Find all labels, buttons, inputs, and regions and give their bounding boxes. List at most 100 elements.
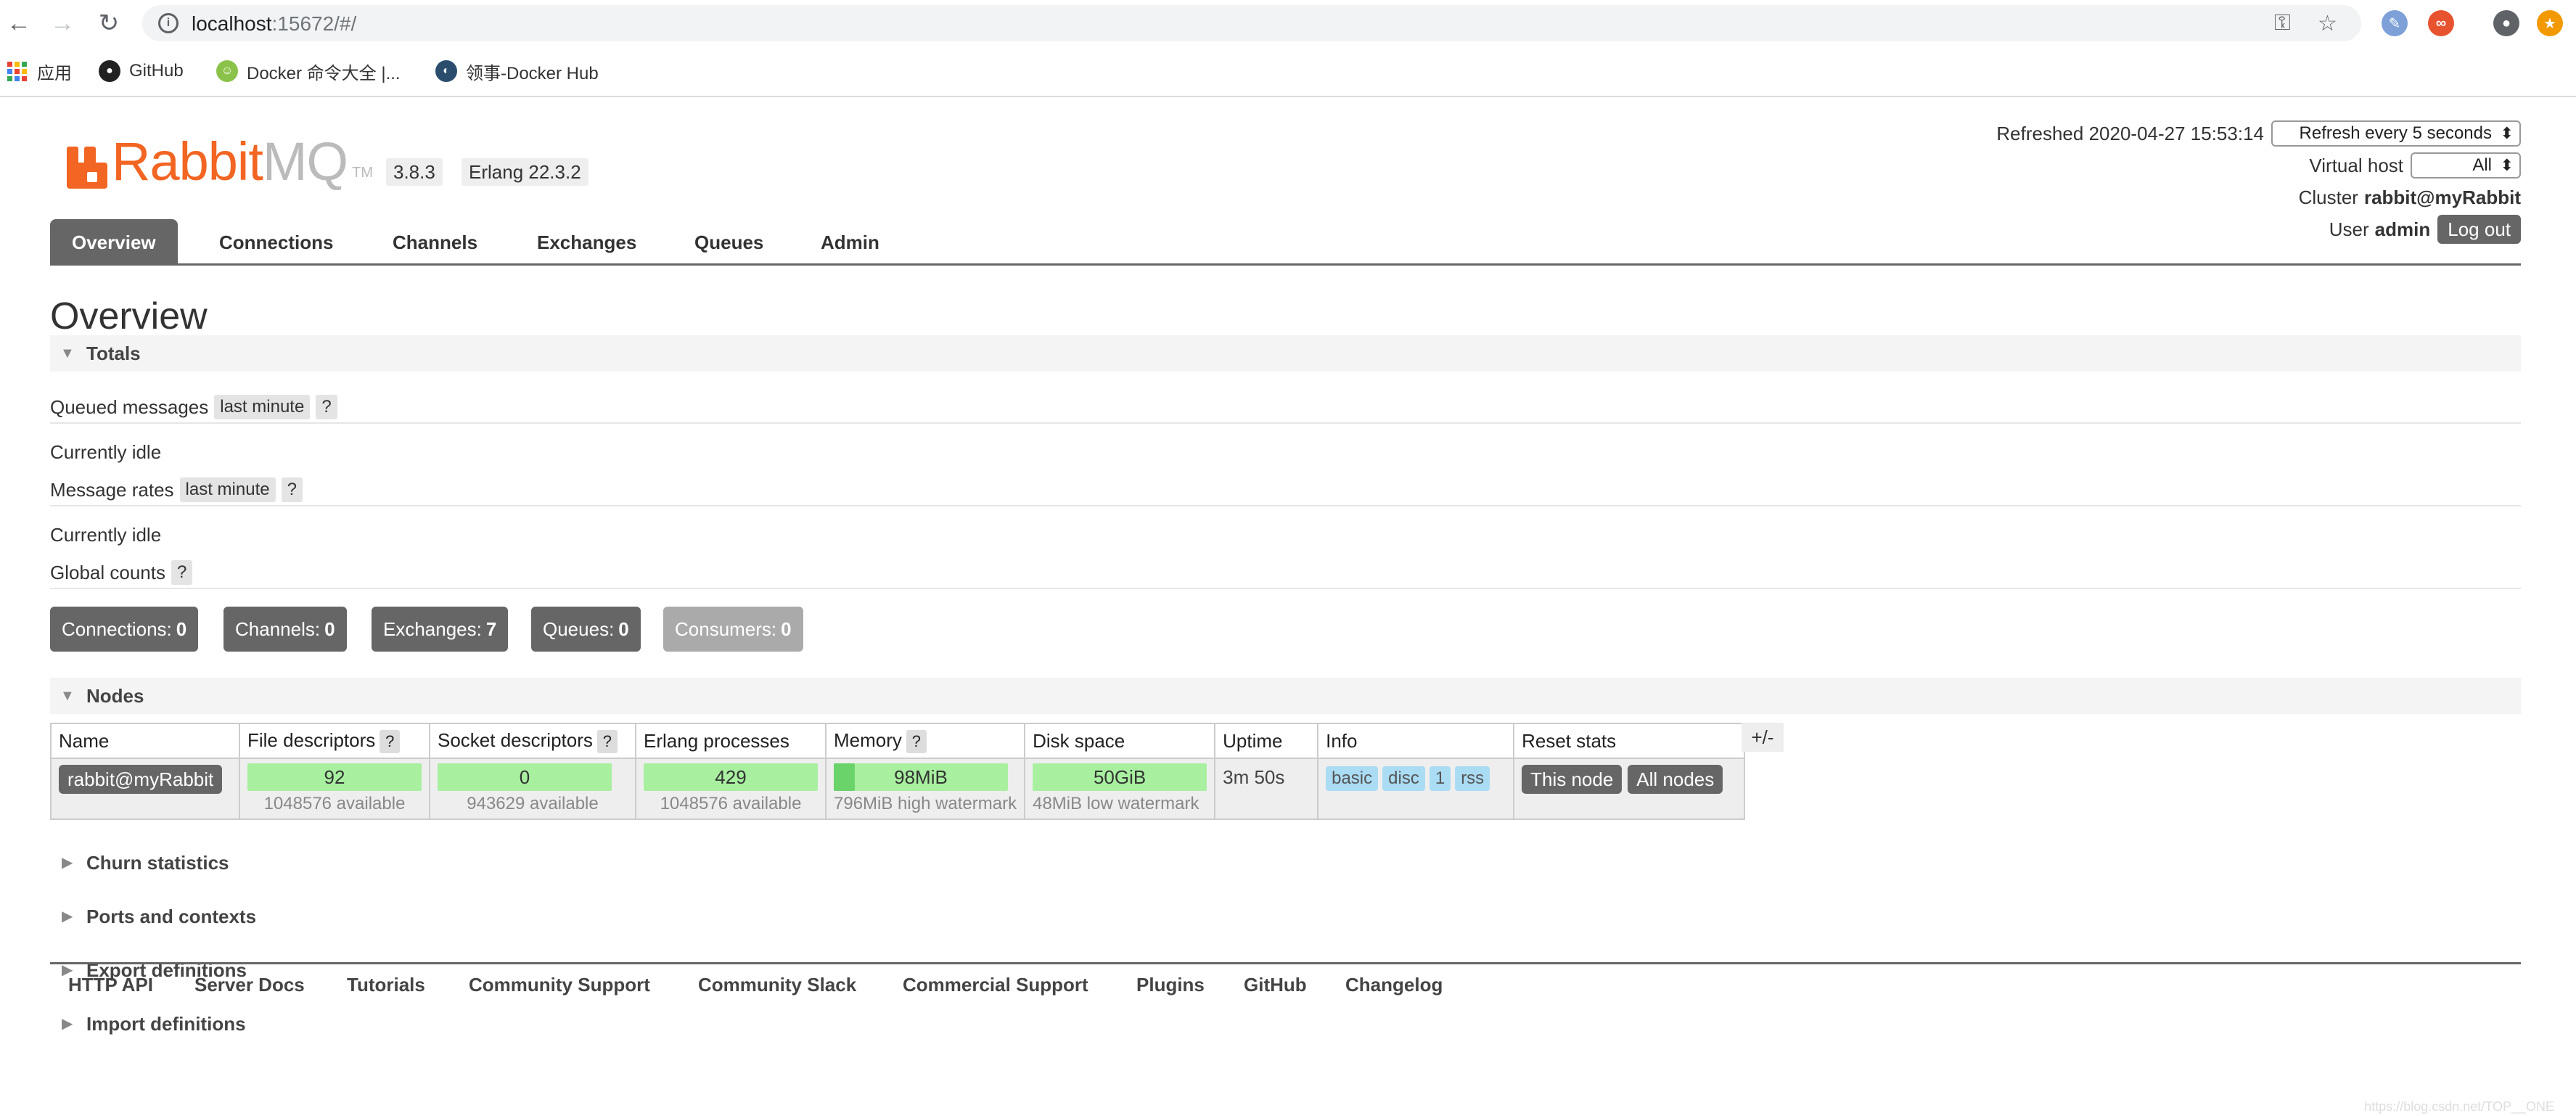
extension-icon[interactable]: ★ bbox=[2537, 10, 2563, 36]
help-button[interactable]: ? bbox=[171, 560, 193, 585]
channels-count-button[interactable]: Channels: 0 bbox=[223, 607, 347, 652]
help-button[interactable]: ? bbox=[380, 729, 401, 753]
connections-count-button[interactable]: Connections: 0 bbox=[50, 607, 199, 652]
queued-state: Currently idle bbox=[50, 441, 162, 463]
password-key-icon[interactable]: ⚿ bbox=[2274, 11, 2291, 36]
help-button[interactable]: ? bbox=[316, 395, 337, 419]
nodes-section-toggle[interactable]: ▼ Nodes bbox=[50, 678, 2521, 714]
column-header[interactable]: Uptime bbox=[1214, 723, 1319, 759]
consumers-count-button[interactable]: Consumers: 0 bbox=[663, 607, 803, 652]
site-info-icon[interactable]: i bbox=[158, 13, 179, 33]
rabbitmq-logo-icon bbox=[67, 147, 107, 189]
footer-link-github[interactable]: GitHub bbox=[1244, 974, 1307, 996]
profile-icon[interactable]: ● bbox=[2493, 10, 2519, 36]
page-title: Overview bbox=[50, 295, 208, 337]
info-tag: 1 bbox=[1429, 766, 1451, 791]
column-header[interactable]: Erlang processes bbox=[635, 723, 826, 759]
main-tabs: Overview Connections Channels Exchanges … bbox=[50, 219, 2521, 266]
refreshed-label: Refreshed 2020-04-27 15:53:14 bbox=[1996, 122, 2264, 144]
watermark-text: https://blog.csdn.net/TOP__ONE bbox=[2364, 1099, 2554, 1114]
column-header[interactable]: Reset stats bbox=[1513, 723, 1746, 759]
socket-descriptors-bar: 0 bbox=[438, 763, 612, 791]
bookmark-star-icon[interactable]: ☆ bbox=[2318, 11, 2337, 36]
info-tag: rss bbox=[1455, 766, 1490, 791]
bookmark-github[interactable]: ● GitHub bbox=[99, 58, 184, 84]
site-icon: ☺ bbox=[216, 60, 238, 82]
file-descriptors-bar: 92 bbox=[247, 763, 422, 791]
bookmarks-bar: 应用 ● GitHub ☺ Docker 命令大全 |... ◐ 领事-Dock… bbox=[0, 46, 2576, 97]
footer-link-tutorials[interactable]: Tutorials bbox=[347, 974, 425, 996]
divider bbox=[50, 505, 2521, 506]
collapsed-triangle-icon: ▶ bbox=[62, 1016, 73, 1032]
tab-admin[interactable]: Admin bbox=[799, 219, 901, 266]
memory-bar: 98MiB bbox=[834, 763, 1008, 791]
footer-link-community-support[interactable]: Community Support bbox=[469, 974, 650, 996]
queues-count-button[interactable]: Queues: 0 bbox=[531, 607, 641, 652]
column-header[interactable]: Name bbox=[50, 723, 240, 759]
memory-bar-fill bbox=[834, 763, 855, 791]
footer-link-http-api[interactable]: HTTP API bbox=[68, 974, 153, 996]
import-definitions-toggle[interactable]: ▶ Import definitions bbox=[50, 1013, 246, 1035]
queued-range-select[interactable]: last minute bbox=[214, 395, 311, 419]
column-header[interactable]: File descriptors? bbox=[239, 723, 430, 759]
column-header[interactable]: Disk space bbox=[1024, 723, 1216, 759]
browser-toolbar: ← → ↻ i localhost:15672/#/ ⚿ ☆ ✎ ∞ ● ★ bbox=[0, 0, 2576, 46]
address-bar[interactable]: i localhost:15672/#/ ⚿ ☆ bbox=[142, 5, 2361, 41]
extension-icon[interactable]: ✎ bbox=[2382, 10, 2408, 36]
footer-link-server-docs[interactable]: Server Docs bbox=[194, 974, 305, 996]
help-button[interactable]: ? bbox=[906, 729, 927, 753]
message-rates-row: Message rates last minute ? bbox=[50, 477, 303, 502]
apps-icon bbox=[7, 61, 27, 81]
column-header[interactable]: Info bbox=[1317, 723, 1515, 759]
cluster-label: Cluster bbox=[2298, 186, 2358, 208]
column-header[interactable]: Memory? bbox=[824, 723, 1026, 759]
divider bbox=[50, 588, 2521, 589]
cluster-name: rabbit@myRabbit bbox=[2363, 186, 2521, 208]
github-icon: ● bbox=[99, 60, 120, 82]
bookmark-docker-commands[interactable]: ☺ Docker 命令大全 |... bbox=[216, 58, 401, 84]
erlang-processes-available: 1048576 available bbox=[660, 794, 802, 813]
exchanges-count-button[interactable]: Exchanges: 7 bbox=[372, 607, 509, 652]
bookmark-apps[interactable]: 应用 bbox=[7, 58, 72, 84]
footer-link-community-slack[interactable]: Community Slack bbox=[698, 974, 856, 996]
tab-queues[interactable]: Queues bbox=[673, 219, 785, 266]
footer-link-commercial-support[interactable]: Commercial Support bbox=[903, 974, 1088, 996]
totals-section-toggle[interactable]: ▼ Totals bbox=[50, 335, 2521, 372]
tab-overview[interactable]: Overview bbox=[50, 219, 178, 266]
footer-link-plugins[interactable]: Plugins bbox=[1136, 974, 1205, 996]
disk-watermark: 48MiB low watermark bbox=[1033, 794, 1199, 813]
socket-descriptors-available: 943629 available bbox=[467, 794, 599, 813]
reload-icon[interactable]: ↻ bbox=[93, 7, 125, 39]
footer-link-changelog[interactable]: Changelog bbox=[1345, 974, 1443, 996]
tab-exchanges[interactable]: Exchanges bbox=[515, 219, 658, 266]
refresh-interval-select[interactable]: Refresh every 5 seconds bbox=[2271, 120, 2521, 147]
virtual-host-select[interactable]: All bbox=[2411, 152, 2521, 179]
bookmark-docker-hub[interactable]: ◐ 领事-Docker Hub bbox=[435, 58, 599, 84]
column-header[interactable]: Socket descriptors? bbox=[429, 723, 636, 759]
docker-hub-icon: ◐ bbox=[435, 60, 457, 82]
collapsed-triangle-icon: ▶ bbox=[62, 855, 73, 871]
rates-state: Currently idle bbox=[50, 524, 162, 546]
rates-range-select[interactable]: last minute bbox=[179, 477, 276, 502]
churn-statistics-toggle[interactable]: ▶ Churn statistics bbox=[50, 852, 229, 874]
ports-and-contexts-toggle[interactable]: ▶ Ports and contexts bbox=[50, 906, 256, 928]
disk-space-bar: 50GiB bbox=[1033, 763, 1207, 791]
back-icon[interactable]: ← bbox=[3, 7, 35, 39]
reset-all-nodes-button[interactable]: All nodes bbox=[1628, 765, 1723, 794]
expanded-triangle-icon: ▼ bbox=[60, 688, 75, 704]
rabbitmq-logo[interactable]: RabbitMQ TM bbox=[67, 135, 373, 189]
url-text: localhost:15672/#/ bbox=[192, 12, 357, 35]
tab-connections[interactable]: Connections bbox=[197, 219, 355, 266]
toggle-columns-button[interactable]: +/- bbox=[1742, 723, 1784, 752]
tab-channels[interactable]: Channels bbox=[371, 219, 499, 266]
help-button[interactable]: ? bbox=[281, 477, 303, 502]
memory-watermark: 796MiB high watermark bbox=[834, 794, 1017, 813]
reset-this-node-button[interactable]: This node bbox=[1522, 765, 1623, 794]
node-name-link[interactable]: rabbit@myRabbit bbox=[59, 765, 223, 794]
global-counts-row: Global counts ? bbox=[50, 560, 193, 585]
help-button[interactable]: ? bbox=[596, 729, 618, 753]
footer-divider bbox=[50, 962, 2521, 964]
extension-icon[interactable]: ∞ bbox=[2428, 10, 2454, 36]
info-tag: basic bbox=[1326, 766, 1379, 791]
forward-icon[interactable]: → bbox=[46, 7, 78, 39]
